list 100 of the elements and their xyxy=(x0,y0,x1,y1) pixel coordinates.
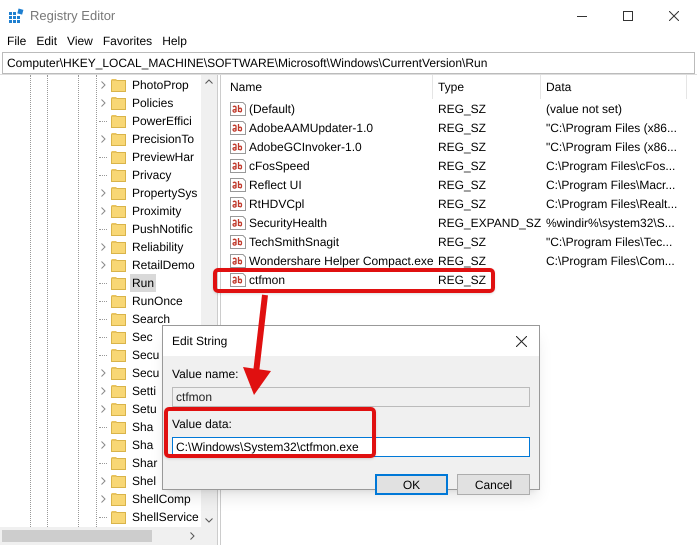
address-path: Computer\HKEY_LOCAL_MACHINE\SOFTWARE\Microsoft\Windows\CurrentVersion\Run xyxy=(7,55,488,72)
value-type: REG_SZ xyxy=(437,120,488,136)
tree-item[interactable]: Sec xyxy=(130,328,155,346)
expand-chevron-icon[interactable] xyxy=(100,135,106,143)
dialog-title: Edit String xyxy=(172,333,228,350)
folder-icon xyxy=(111,96,126,110)
value-data: "C:\Program Files\Tec... xyxy=(545,234,674,250)
scroll-down-icon xyxy=(205,518,213,523)
expand-chevron-icon[interactable] xyxy=(100,495,106,503)
string-value-icon xyxy=(230,196,246,210)
menu-item[interactable]: Help xyxy=(157,32,192,50)
tree-item[interactable]: Secu xyxy=(130,364,162,382)
tree-item[interactable]: Shel xyxy=(130,472,158,490)
value-type: REG_SZ xyxy=(437,234,488,250)
expand-chevron-icon[interactable] xyxy=(100,189,106,197)
string-value-icon xyxy=(230,254,246,268)
expand-chevron-icon[interactable] xyxy=(100,387,106,395)
expand-chevron-icon[interactable] xyxy=(100,81,106,89)
close-icon xyxy=(669,11,679,21)
tree-item[interactable]: Shar xyxy=(130,454,160,472)
string-value-icon xyxy=(230,272,246,286)
string-value-icon xyxy=(230,178,246,192)
scroll-up-icon xyxy=(205,79,213,84)
tree-item[interactable]: PhotoProp xyxy=(130,76,191,94)
menu-item[interactable]: File xyxy=(2,32,32,50)
tree-item[interactable]: Search xyxy=(130,310,172,328)
dialog-button[interactable]: OK xyxy=(375,474,448,495)
column-header[interactable]: Name xyxy=(221,75,433,99)
scroll-thumb[interactable] xyxy=(2,530,152,542)
menu-item[interactable]: Favorites xyxy=(98,32,158,50)
tree-item[interactable]: PrecisionTo xyxy=(130,130,196,148)
value-name[interactable]: AdobeGCInvoker-1.0 xyxy=(249,138,362,156)
value-data-field[interactable]: C:\Windows\System32\ctfmon.exe xyxy=(172,437,530,457)
tree-item[interactable]: PropertySys xyxy=(130,184,200,202)
tree-item[interactable]: PowerEffici xyxy=(130,112,194,130)
tree-item[interactable]: Reliability xyxy=(130,238,186,256)
value-name[interactable]: TechSmithSnagit xyxy=(249,232,340,250)
value-data: C:\Program Files\Realt... xyxy=(545,196,678,212)
tree-item[interactable]: Proximity xyxy=(130,202,184,220)
tree-item[interactable]: Run xyxy=(130,274,156,292)
tree-item[interactable]: PreviewHar xyxy=(130,148,196,166)
column-header[interactable]: Type xyxy=(433,75,541,99)
tree-item[interactable]: Policies xyxy=(130,94,176,112)
tree-item[interactable]: ShellComp xyxy=(130,490,193,508)
maximize-icon xyxy=(623,11,633,21)
tree-item[interactable]: Setti xyxy=(130,382,158,400)
tree-item[interactable]: RunOnce xyxy=(130,292,185,310)
folder-icon xyxy=(111,420,126,434)
menu-item[interactable]: View xyxy=(62,32,98,50)
tree-item[interactable]: RetailDemo xyxy=(130,256,197,274)
app-icon xyxy=(8,8,24,24)
value-name[interactable]: SecurityHealth xyxy=(249,214,328,232)
folder-icon xyxy=(111,222,126,236)
dialog-button[interactable]: Cancel xyxy=(457,474,530,495)
expand-chevron-icon[interactable] xyxy=(100,243,106,251)
value-name[interactable]: Reflect UI xyxy=(249,176,302,194)
folder-icon xyxy=(111,276,126,290)
tree-item[interactable]: Setu xyxy=(130,400,159,418)
value-type: REG_EXPAND_SZ xyxy=(437,214,541,232)
tree-item[interactable]: Secu xyxy=(130,346,162,364)
value-name[interactable]: ctfmon xyxy=(249,270,286,288)
folder-icon xyxy=(111,186,126,200)
folder-icon xyxy=(111,348,126,362)
tree-item[interactable]: Privacy xyxy=(130,166,174,184)
horizontal-scrollbar[interactable] xyxy=(0,527,217,545)
folder-icon xyxy=(111,384,126,398)
field-label: Value name: xyxy=(172,366,240,383)
expand-chevron-icon[interactable] xyxy=(100,369,106,377)
folder-icon xyxy=(111,294,126,308)
folder-icon xyxy=(111,132,126,146)
menu-item[interactable]: Edit xyxy=(31,32,62,50)
value-name[interactable]: cFosSpeed xyxy=(249,156,310,174)
folder-icon xyxy=(111,258,126,272)
folder-icon xyxy=(111,492,126,506)
expand-chevron-icon[interactable] xyxy=(100,477,106,485)
expand-chevron-icon[interactable] xyxy=(100,207,106,215)
close-icon xyxy=(516,336,526,346)
value-name[interactable]: (Default) xyxy=(249,100,296,118)
folder-icon xyxy=(111,474,126,488)
tree-item[interactable]: ShellService xyxy=(130,508,201,526)
folder-icon xyxy=(111,168,126,182)
folder-icon xyxy=(111,330,126,344)
value-name[interactable]: AdobeAAMUpdater-1.0 xyxy=(249,118,374,136)
tree-item[interactable]: Sha xyxy=(130,418,156,436)
address-bar[interactable]: Computer\HKEY_LOCAL_MACHINE\SOFTWARE\Microsoft\Windows\CurrentVersion\Run xyxy=(2,52,695,74)
value-name[interactable]: RtHDVCpl xyxy=(249,194,304,212)
expand-chevron-icon[interactable] xyxy=(100,405,106,413)
column-header[interactable]: Data xyxy=(541,75,687,99)
expand-chevron-icon[interactable] xyxy=(100,441,106,449)
tree-item[interactable]: Sha xyxy=(130,436,156,454)
value-name[interactable]: Wondershare Helper Compact.exe xyxy=(249,252,434,270)
folder-icon xyxy=(111,510,126,524)
expand-chevron-icon[interactable] xyxy=(100,261,106,269)
expand-chevron-icon[interactable] xyxy=(100,99,106,107)
tree-item[interactable]: PushNotific xyxy=(130,220,195,238)
value-data: C:\Program Files\Macr... xyxy=(545,176,676,194)
value-data: "C:\Program Files (x86... xyxy=(545,120,678,136)
folder-icon xyxy=(111,366,126,380)
folder-icon xyxy=(111,312,126,326)
field-label: Value data: xyxy=(172,416,233,433)
